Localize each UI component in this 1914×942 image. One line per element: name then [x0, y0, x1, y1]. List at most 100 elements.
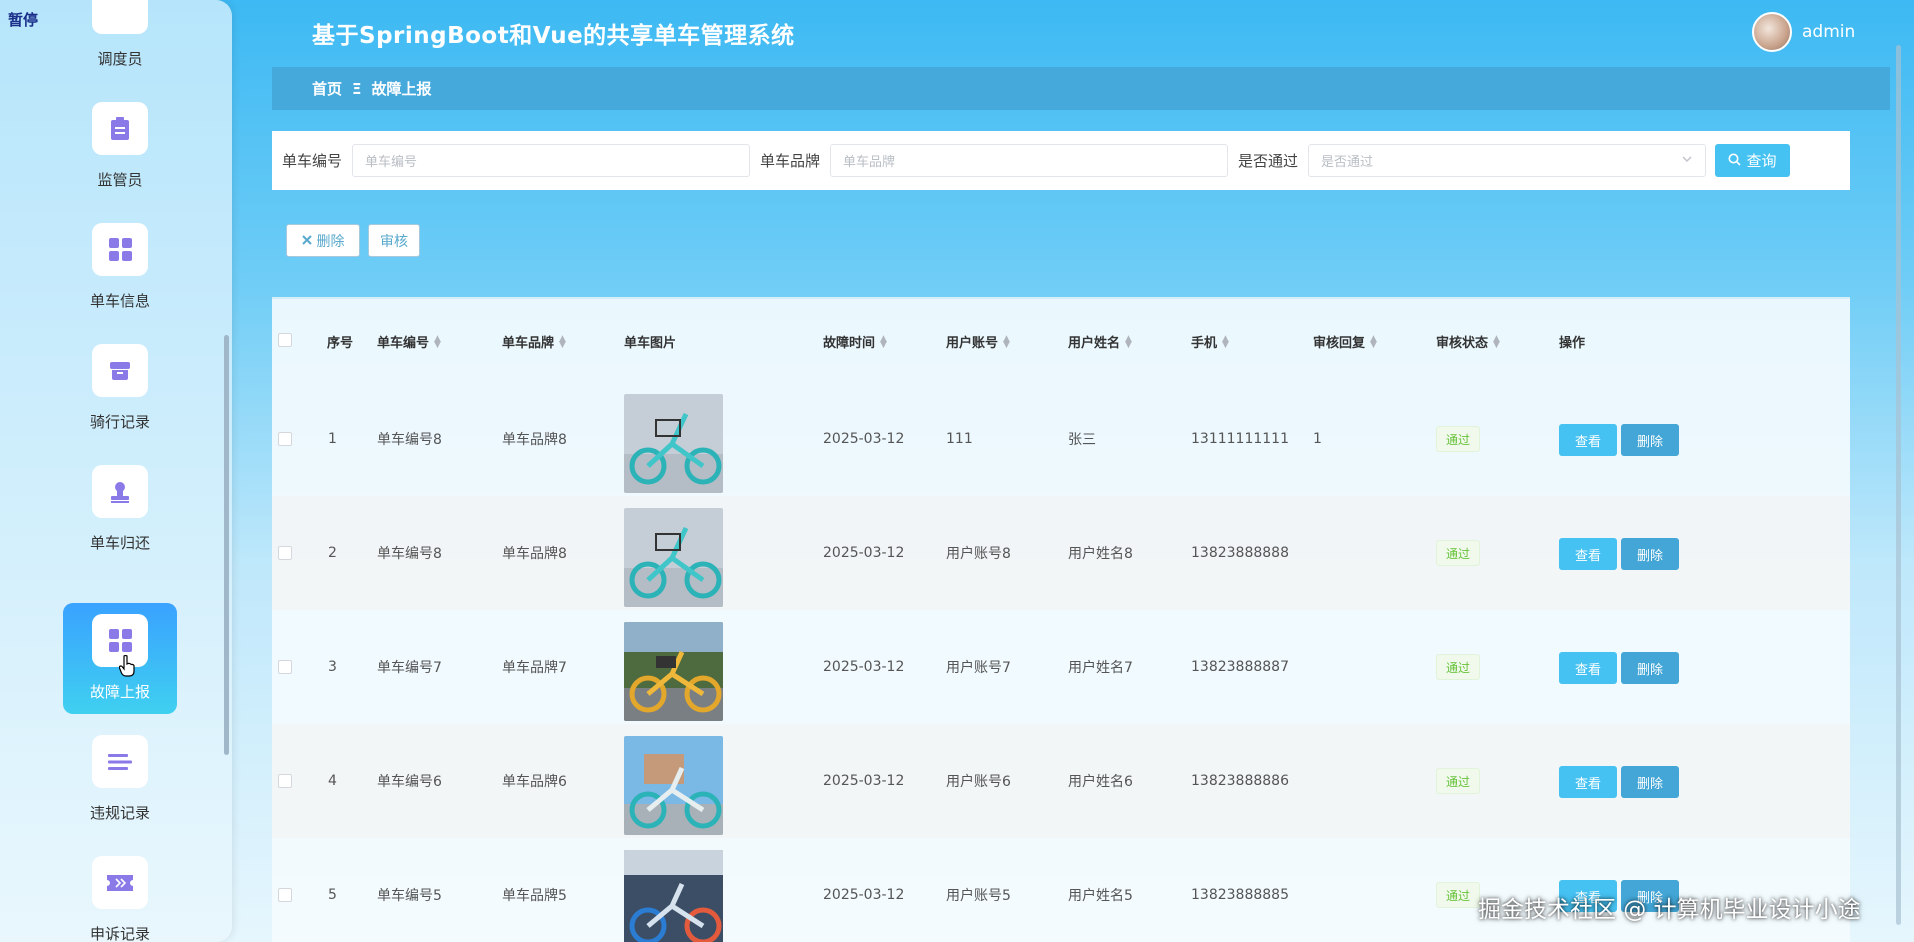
breadcrumb-home[interactable]: 首页	[312, 78, 342, 99]
brand-input[interactable]: 单车品牌	[830, 144, 1229, 177]
sidebar-item-bike-info[interactable]: 单车信息	[63, 212, 177, 323]
view-button[interactable]: 查看	[1559, 766, 1617, 798]
sidebar-item-label: 监管员	[97, 171, 143, 189]
page-scrollbar[interactable]	[1896, 45, 1901, 925]
sidebar-item-bike-return[interactable]: 单车归还	[63, 454, 177, 565]
cell-index: 4	[328, 773, 337, 789]
cell-bike-no: 单车编号6	[377, 774, 442, 790]
delete-button[interactable]: 删除	[1621, 424, 1679, 456]
bike-no-label: 单车编号	[282, 152, 343, 170]
cell-brand: 单车品牌5	[502, 888, 567, 904]
batch-delete-button[interactable]: 删除	[286, 224, 360, 257]
table-row: 4 单车编号6 单车品牌6 2025-03-12 用户账号6 用户姓名6 138…	[272, 724, 1850, 838]
row-checkbox[interactable]	[278, 660, 292, 674]
chevron-down-icon	[1681, 153, 1693, 168]
clipboard-icon	[92, 0, 148, 34]
cell-phone: 13823888885	[1191, 887, 1289, 903]
list-icon	[92, 735, 148, 788]
col-phone[interactable]: 手机 ▲ ▼	[1191, 332, 1229, 351]
col-bike-no[interactable]: 单车编号 ▲ ▼	[377, 332, 441, 351]
brand-label: 单车品牌	[760, 152, 821, 170]
bike-no-placeholder: 单车编号	[365, 155, 418, 170]
cell-brand: 单车品牌7	[502, 660, 567, 676]
view-button[interactable]: 查看	[1559, 652, 1617, 684]
sidebar-item-dispatcher[interactable]: 调度员	[63, 0, 177, 81]
cell-phone: 13823888888	[1191, 545, 1289, 561]
review-button[interactable]: 审核	[368, 224, 420, 257]
avatar	[1752, 12, 1792, 52]
sort-icon[interactable]: ▲ ▼	[1370, 334, 1377, 349]
cell-review-status: 通过	[1436, 382, 1481, 496]
hand-cursor-icon	[118, 654, 135, 682]
col-review-reply[interactable]: 审核回复 ▲ ▼	[1313, 332, 1377, 351]
select-all-checkbox[interactable]	[278, 333, 292, 347]
search-form: 单车编号 单车编号 单车品牌 单车品牌 是否通过 是否通过 查询	[272, 131, 1850, 190]
col-fault-time[interactable]: 故障时间 ▲ ▼	[823, 332, 887, 351]
status-badge: 通过	[1436, 426, 1481, 452]
col-user-account[interactable]: 用户账号 ▲ ▼	[946, 332, 1010, 351]
clipboard-icon	[92, 102, 148, 155]
watermark: 掘金技术社区 @ 计算机毕业设计小途	[1478, 897, 1861, 923]
cell-fault-time: 2025-03-12	[823, 659, 905, 675]
status-badge: 通过	[1436, 654, 1481, 680]
user-menu[interactable]: admin	[1752, 12, 1855, 52]
col-review-status[interactable]: 审核状态 ▲ ▼	[1436, 332, 1500, 351]
sidebar: 暂停 调度员 监管员 单车信息 骑行记录 单车归还 故障上报 违规记录 申诉记录	[0, 0, 232, 942]
col-brand[interactable]: 单车品牌 ▲ ▼	[502, 332, 566, 351]
cell-index: 1	[328, 431, 337, 447]
sidebar-item-fault-report[interactable]: 故障上报	[63, 603, 177, 714]
row-checkbox[interactable]	[278, 546, 292, 560]
delete-button[interactable]: 删除	[1621, 652, 1679, 684]
sidebar-item-supervisor[interactable]: 监管员	[63, 91, 177, 202]
view-button[interactable]: 查看	[1559, 424, 1617, 456]
row-checkbox[interactable]	[278, 888, 292, 902]
sort-icon[interactable]: ▲ ▼	[1003, 334, 1010, 349]
sort-icon[interactable]: ▲ ▼	[880, 334, 887, 349]
sidebar-item-label: 单车归还	[89, 534, 150, 552]
bike-image	[624, 850, 723, 942]
cell-fault-time: 2025-03-12	[823, 887, 905, 903]
query-button[interactable]: 查询	[1715, 144, 1790, 177]
col-user-name[interactable]: 用户姓名 ▲ ▼	[1068, 332, 1132, 351]
delete-button[interactable]: 删除	[1621, 538, 1679, 570]
delete-button[interactable]: 删除	[1621, 766, 1679, 798]
cell-phone: 13823888886	[1191, 773, 1289, 789]
col-index: 序号	[327, 336, 354, 351]
sidebar-item-label: 骑行记录	[89, 413, 150, 431]
cell-user-name: 用户姓名6	[1068, 774, 1133, 790]
sort-icon[interactable]: ▲ ▼	[1125, 334, 1132, 349]
grid-icon	[92, 223, 148, 276]
col-operations: 操作	[1559, 336, 1586, 351]
sidebar-item-label: 违规记录	[89, 804, 150, 822]
cell-user-account: 用户账号7	[946, 660, 1011, 676]
breadcrumb-separator: Ξ	[352, 79, 362, 98]
bike-no-input[interactable]: 单车编号	[352, 144, 751, 177]
brand-placeholder: 单车品牌	[843, 155, 896, 170]
sidebar-item-appeal-records[interactable]: 申诉记录	[63, 845, 177, 942]
app-title: 基于SpringBoot和Vue的共享单车管理系统	[312, 23, 795, 49]
breadcrumb-current: 故障上报	[371, 80, 432, 98]
sidebar-item-ride-records[interactable]: 骑行记录	[63, 333, 177, 444]
cell-review-status: 通过	[1436, 610, 1481, 724]
cell-phone: 13823888887	[1191, 659, 1289, 675]
cell-review-status: 通过	[1436, 496, 1481, 610]
row-checkbox[interactable]	[278, 432, 292, 446]
batch-delete-label: 删除	[316, 233, 345, 250]
approved-placeholder: 是否通过	[1321, 155, 1374, 170]
sort-icon[interactable]: ▲ ▼	[434, 334, 441, 349]
sidebar-scrollbar[interactable]	[224, 335, 229, 755]
row-checkbox[interactable]	[278, 774, 292, 788]
sort-icon[interactable]: ▲ ▼	[1493, 334, 1500, 349]
cell-user-name: 张三	[1068, 432, 1096, 448]
view-button[interactable]: 查看	[1559, 538, 1617, 570]
cell-brand: 单车品牌8	[502, 546, 567, 562]
sort-icon[interactable]: ▲ ▼	[559, 334, 566, 349]
sidebar-item-violation-records[interactable]: 违规记录	[63, 724, 177, 835]
table-row: 1 单车编号8 单车品牌8 2025-03-12 111 张三 13111111…	[272, 382, 1850, 496]
approved-select[interactable]: 是否通过	[1308, 144, 1707, 177]
col-image: 单车图片	[624, 336, 677, 351]
sort-icon[interactable]: ▲ ▼	[1222, 334, 1229, 349]
query-button-label: 查询	[1746, 152, 1777, 170]
stamp-icon	[92, 465, 148, 518]
fault-report-table: 序号 单车编号 ▲ ▼ 单车品牌 ▲ ▼ 单车图片 故障时间 ▲ ▼ 用户账号 ▲ ▼ 用户姓名…	[272, 297, 1850, 942]
